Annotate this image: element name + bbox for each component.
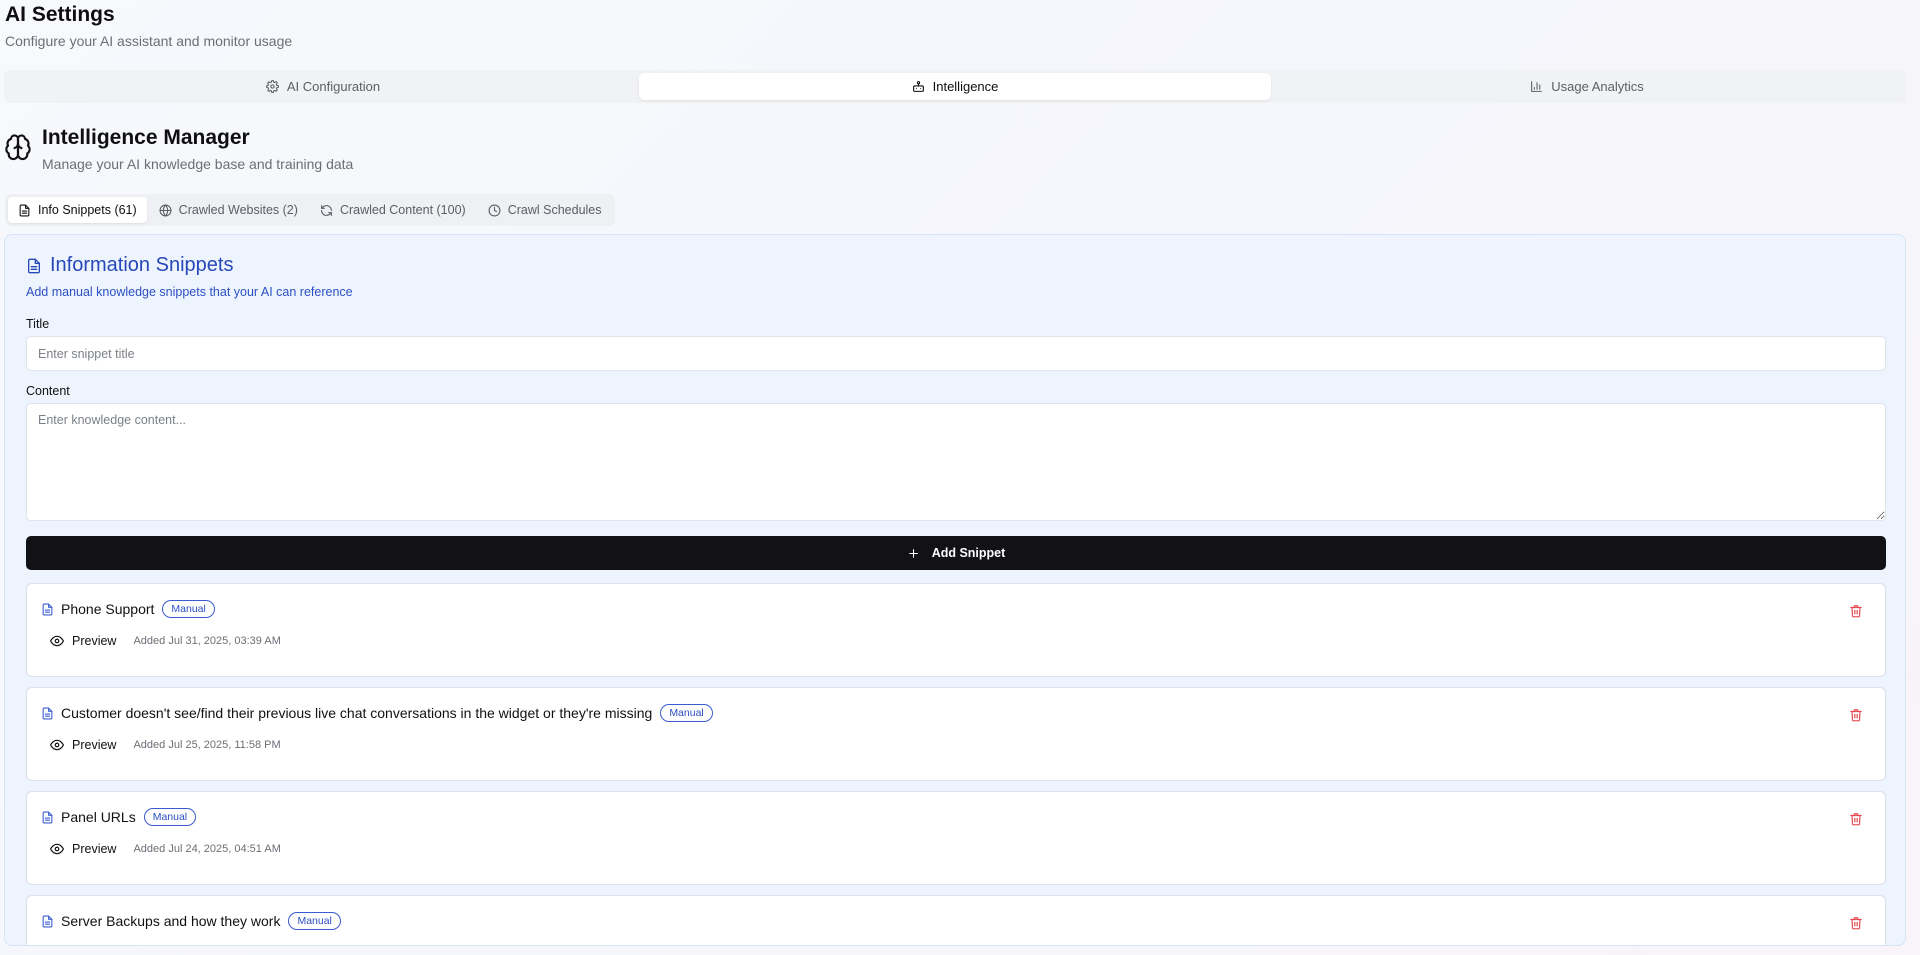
add-snippet-button[interactable]: Add Snippet — [26, 536, 1886, 570]
added-date: Added Jul 24, 2025, 04:51 AM — [133, 843, 281, 855]
eye-icon — [50, 843, 64, 855]
page-title: AI Settings — [5, 3, 115, 26]
information-snippets-panel: Information Snippets Add manual knowledg… — [4, 234, 1906, 946]
trash-icon[interactable] — [1849, 708, 1863, 722]
snippet-title: Customer doesn't see/find their previous… — [61, 705, 653, 721]
tab-label: Info Snippets (61) — [38, 203, 137, 217]
panel-description: Add manual knowledge snippets that your … — [26, 285, 353, 299]
file-text-icon — [42, 603, 53, 615]
intelligence-subtitle: Manage your AI knowledge base and traini… — [42, 156, 354, 172]
file-text-icon — [42, 811, 53, 823]
main-tabs: AI Configuration Intelligence Usage Anal… — [4, 70, 1906, 103]
snippet-card: Panel URLs Manual Preview Added Jul 24, … — [26, 791, 1886, 885]
manual-badge: Manual — [660, 704, 713, 722]
preview-label: Preview — [72, 842, 117, 856]
trash-icon[interactable] — [1849, 812, 1863, 826]
trash-icon[interactable] — [1849, 604, 1863, 618]
snippet-card: Customer doesn't see/find their previous… — [26, 687, 1886, 781]
tab-crawled-websites[interactable]: Crawled Websites (2) — [149, 197, 308, 223]
panel-title-text: Information Snippets — [50, 254, 234, 276]
eye-icon — [50, 739, 64, 751]
snippet-list: Phone Support Manual Preview Added Jul 3… — [26, 583, 1886, 945]
manual-badge: Manual — [162, 600, 215, 618]
panel-title: Information Snippets — [26, 254, 353, 277]
intelligence-header: Intelligence Manager Manage your AI know… — [4, 125, 353, 172]
added-date: Added Jul 31, 2025, 03:39 AM — [133, 635, 281, 647]
preview-button[interactable]: Preview — [50, 738, 116, 752]
file-text-icon — [42, 707, 53, 719]
preview-label: Preview — [72, 738, 117, 752]
tab-info-snippets[interactable]: Info Snippets (61) — [8, 197, 147, 223]
tab-label: Crawled Content (100) — [339, 203, 466, 217]
title-label: Title — [26, 317, 50, 331]
page-subtitle: Configure your AI assistant and monitor … — [5, 33, 293, 49]
clock-icon — [488, 204, 501, 216]
snippet-title: Phone Support — [61, 601, 155, 617]
bot-icon — [912, 81, 924, 92]
added-date: Added Jul 25, 2025, 11:58 PM — [133, 739, 281, 751]
trash-icon[interactable] — [1849, 916, 1863, 930]
manual-badge: Manual — [143, 808, 197, 826]
tab-label: AI Configuration — [286, 79, 381, 94]
brain-icon — [5, 134, 31, 161]
preview-button[interactable]: Preview — [50, 842, 116, 856]
preview-label: Preview — [72, 634, 117, 648]
preview-button[interactable]: Preview — [50, 634, 116, 648]
panel-header: Information Snippets Add manual knowledg… — [26, 254, 353, 299]
tab-label: Crawled Websites (2) — [178, 203, 298, 217]
snippet-title: Panel URLs — [61, 809, 136, 825]
file-text-icon — [19, 204, 30, 216]
intelligence-title: Intelligence Manager — [42, 126, 250, 149]
file-text-icon — [42, 915, 53, 927]
tab-label: Usage Analytics — [1551, 79, 1644, 94]
gear-icon — [265, 80, 279, 93]
plus-icon — [908, 548, 918, 558]
eye-icon — [50, 635, 64, 647]
tab-label: Intelligence — [932, 79, 999, 94]
tab-intelligence[interactable]: Intelligence — [639, 73, 1271, 100]
snippet-card: Server Backups and how they work Manual — [26, 895, 1886, 945]
globe-icon — [159, 204, 172, 216]
tab-label: Crawl Schedules — [507, 203, 602, 217]
snippet-card: Phone Support Manual Preview Added Jul 3… — [26, 583, 1886, 677]
content-label: Content — [26, 384, 70, 398]
manual-badge: Manual — [288, 912, 341, 930]
tab-usage-analytics[interactable]: Usage Analytics — [1271, 73, 1903, 100]
tab-ai-configuration[interactable]: AI Configuration — [7, 73, 639, 100]
tab-crawl-schedules[interactable]: Crawl Schedules — [478, 197, 612, 223]
snippet-title: Server Backups and how they work — [61, 913, 281, 929]
tab-crawled-content[interactable]: Crawled Content (100) — [310, 197, 476, 223]
page-header: AI Settings Configure your AI assistant … — [5, 2, 292, 49]
add-snippet-label: Add Snippet — [931, 546, 1006, 560]
sub-tabs: Info Snippets (61) Crawled Websites (2) … — [5, 194, 615, 226]
refresh-icon — [321, 204, 332, 216]
snippet-title-input[interactable] — [26, 336, 1886, 371]
file-text-icon — [28, 258, 40, 273]
snippet-content-textarea[interactable] — [26, 403, 1886, 521]
bar-chart-icon — [1531, 81, 1543, 92]
